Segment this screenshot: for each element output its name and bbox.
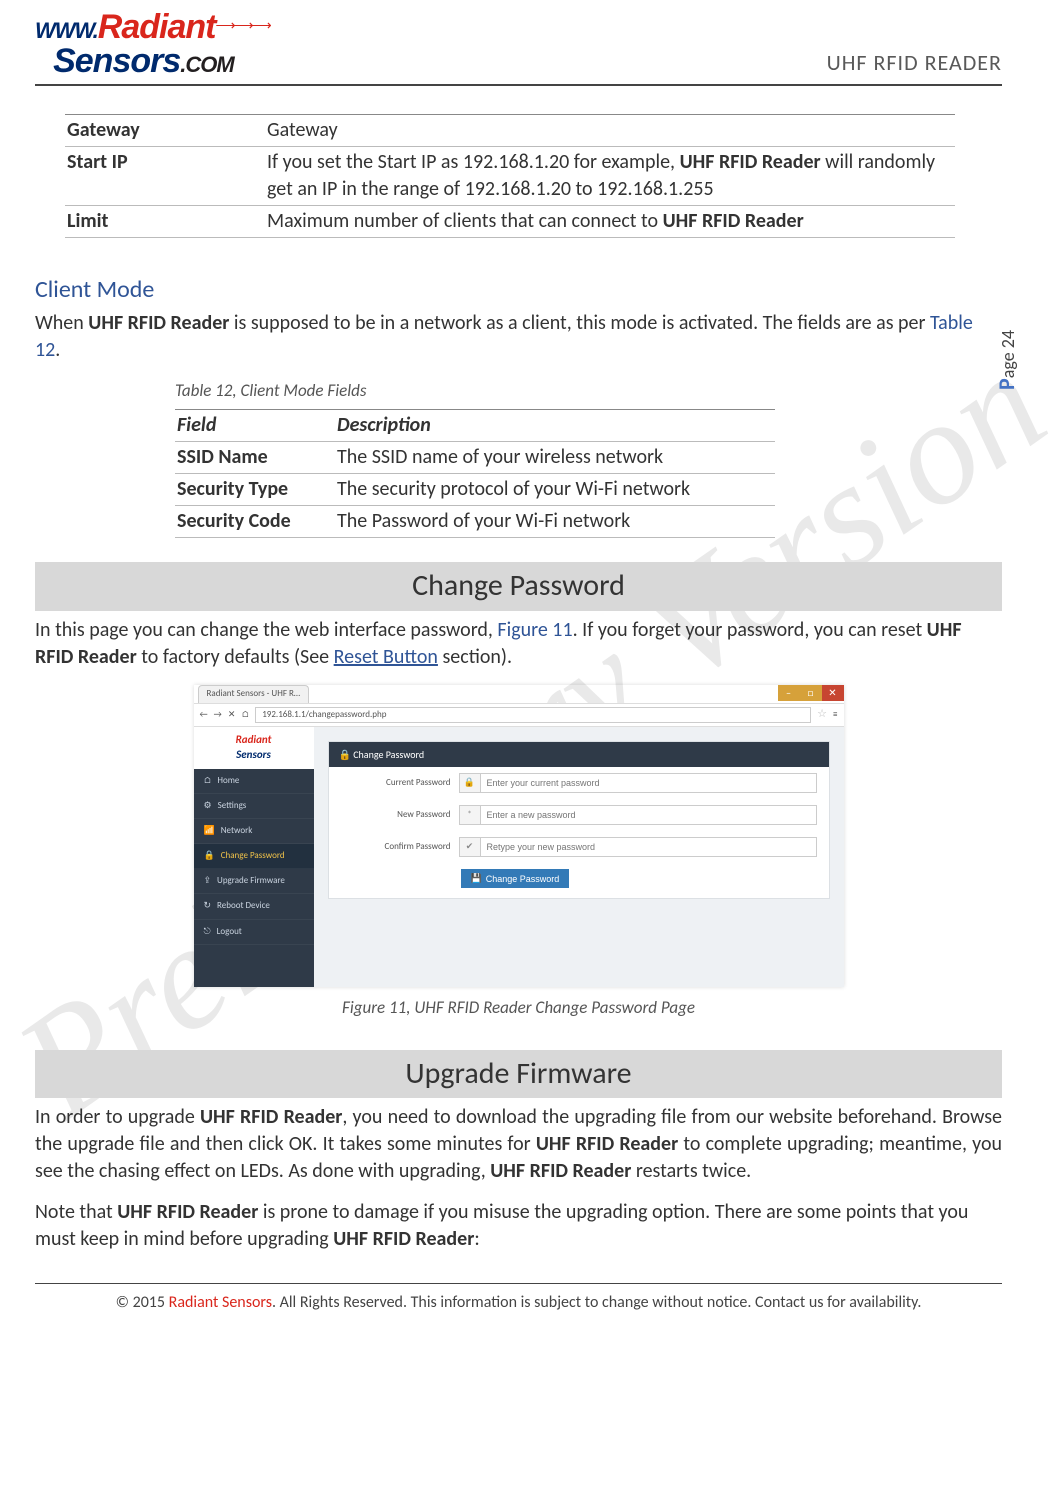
home-icon: ⌂ [204, 775, 212, 787]
page-header: WWW.Radiant⟶⟶⟶ Sensors.COM UHF RFID READ… [35, 10, 1002, 86]
col-header-desc: Description [335, 410, 775, 442]
nav-home[interactable]: ⌂Home [194, 769, 314, 794]
desc-cell: Maximum number of clients that can conne… [265, 206, 955, 238]
current-password-row: Current Password 🔒 [329, 767, 829, 799]
reset-button-link[interactable]: Reset Button [334, 645, 438, 669]
client-mode-fields-table: Field Description SSID Name The SSID nam… [175, 409, 775, 538]
signal-icon: 📶 [204, 825, 215, 837]
new-password-field[interactable] [481, 806, 816, 824]
client-mode-heading: Client Mode [35, 274, 1002, 306]
panel-title: 🔒 Change Password [329, 742, 829, 768]
table-row: Security Type The security protocol of y… [175, 474, 775, 506]
page-number-rest: age 24 [997, 330, 1019, 378]
new-password-input[interactable]: * [459, 805, 817, 825]
table12-caption: Table 12, Client Mode Fields [175, 380, 1002, 403]
menu-icon[interactable]: ≡ [833, 709, 837, 721]
desc-cell: If you set the Start IP as 192.168.1.20 … [265, 147, 955, 206]
stop-icon[interactable]: ✕ [228, 709, 236, 721]
minimize-button[interactable]: – [778, 685, 800, 701]
confirm-password-input[interactable]: ✔ [459, 837, 817, 857]
field-cell: Security Type [175, 474, 335, 506]
table-row: Gateway Gateway [65, 115, 955, 147]
logout-icon: ⎋ [204, 926, 211, 938]
network-fields-table: Gateway Gateway Start IP If you set the … [65, 114, 955, 238]
logo-www: WWW. [35, 18, 98, 43]
footer-brand: Radiant Sensors [169, 1293, 272, 1312]
lock-icon: 🔒 [460, 774, 481, 792]
bookmark-icon[interactable]: ☆ [817, 707, 827, 722]
browser-addressbar: ← → ✕ ⌂ 192.168.1.1/changepassword.php ☆… [194, 703, 844, 727]
maximize-button[interactable]: □ [800, 685, 822, 701]
table-header-row: Field Description [175, 410, 775, 442]
nav-sidebar: RadiantSensors ⌂Home ⚙Settings 📶Network … [194, 727, 314, 987]
change-password-heading: Change Password [35, 562, 1002, 611]
table-row: Limit Maximum number of clients that can… [65, 206, 955, 238]
change-password-button[interactable]: 💾Change Password [461, 869, 570, 888]
refresh-icon: ↻ [204, 900, 212, 912]
check-icon: ✔ [460, 838, 481, 856]
col-header-field: Field [175, 410, 335, 442]
window-buttons: – □ ✕ [778, 685, 844, 703]
upgrade-firmware-heading: Upgrade Firmware [35, 1050, 1002, 1099]
figure11-caption: Figure 11, UHF RFID Reader Change Passwo… [35, 997, 1002, 1020]
brand-logo: WWW.Radiant⟶⟶⟶ Sensors.COM [35, 10, 270, 78]
table-row: Security Code The Password of your Wi-Fi… [175, 506, 775, 538]
field-cell: Security Code [175, 506, 335, 538]
field-cell: Gateway [65, 115, 265, 147]
field-cell: Limit [65, 206, 265, 238]
current-password-label: Current Password [341, 777, 451, 789]
document-title: UHF RFID READER [827, 48, 1002, 78]
nav-reboot-device[interactable]: ↻Reboot Device [194, 894, 314, 919]
sidebar-brand: RadiantSensors [194, 727, 314, 769]
current-password-field[interactable] [481, 774, 816, 792]
back-icon[interactable]: ← [200, 709, 208, 721]
asterisk-icon: * [460, 806, 481, 824]
upload-icon: ⇪ [204, 875, 212, 887]
nav-settings[interactable]: ⚙Settings [194, 794, 314, 819]
save-icon: 💾 [471, 873, 482, 884]
upgrade-paragraph-1: In order to upgrade UHF RFID Reader, you… [35, 1104, 1002, 1185]
client-mode-paragraph: When UHF RFID Reader is supposed to be i… [35, 310, 1002, 364]
close-button[interactable]: ✕ [822, 685, 844, 701]
current-password-input[interactable]: 🔒 [459, 773, 817, 793]
upgrade-paragraph-2: Note that UHF RFID Reader is prone to da… [35, 1199, 1002, 1253]
table-row: SSID Name The SSID name of your wireless… [175, 442, 775, 474]
desc-cell: The SSID name of your wireless network [335, 442, 775, 474]
table-row: Start IP If you set the Start IP as 192.… [65, 147, 955, 206]
new-password-label: New Password [341, 809, 451, 821]
desc-cell: The Password of your Wi-Fi network [335, 506, 775, 538]
nav-network[interactable]: 📶Network [194, 819, 314, 844]
confirm-password-field[interactable] [481, 838, 816, 856]
desc-cell: Gateway [265, 115, 955, 147]
confirm-password-row: Confirm Password ✔ [329, 831, 829, 863]
confirm-password-label: Confirm Password [341, 841, 451, 853]
home-icon[interactable]: ⌂ [241, 709, 249, 721]
page-footer: © 2015 Radiant Sensors. All Rights Reser… [35, 1283, 1002, 1314]
field-cell: Start IP [65, 147, 265, 206]
page-number: Page 24 [992, 330, 1022, 390]
new-password-row: New Password * [329, 799, 829, 831]
browser-titlebar: Radiant Sensors - UHF R… – □ ✕ [194, 685, 844, 703]
nav-logout[interactable]: ⎋Logout [194, 920, 314, 945]
logo-radiant: Radiant [98, 8, 216, 46]
change-password-screenshot: Radiant Sensors - UHF R… – □ ✕ ← → ✕ ⌂ 1… [194, 685, 844, 987]
url-field[interactable]: 192.168.1.1/changepassword.php [255, 707, 811, 723]
nav-change-password[interactable]: 🔒Change Password [194, 844, 314, 869]
field-cell: SSID Name [175, 442, 335, 474]
logo-swoosh-icon: ⟶⟶⟶ [215, 19, 269, 33]
figure11-link[interactable]: Figure 11 [497, 618, 572, 642]
main-panel: 🔒 Change Password Current Password 🔒 New… [328, 741, 830, 900]
change-password-paragraph: In this page you can change the web inte… [35, 617, 1002, 671]
lock-icon: 🔒 [204, 850, 215, 862]
nav-upgrade-firmware[interactable]: ⇪Upgrade Firmware [194, 869, 314, 894]
page-number-p: P [993, 378, 1020, 390]
desc-cell: The security protocol of your Wi-Fi netw… [335, 474, 775, 506]
logo-com: .COM [180, 52, 233, 77]
gear-icon: ⚙ [204, 800, 212, 812]
browser-tab[interactable]: Radiant Sensors - UHF R… [198, 685, 310, 703]
forward-icon[interactable]: → [214, 709, 222, 721]
logo-sensors: Sensors [53, 42, 180, 80]
